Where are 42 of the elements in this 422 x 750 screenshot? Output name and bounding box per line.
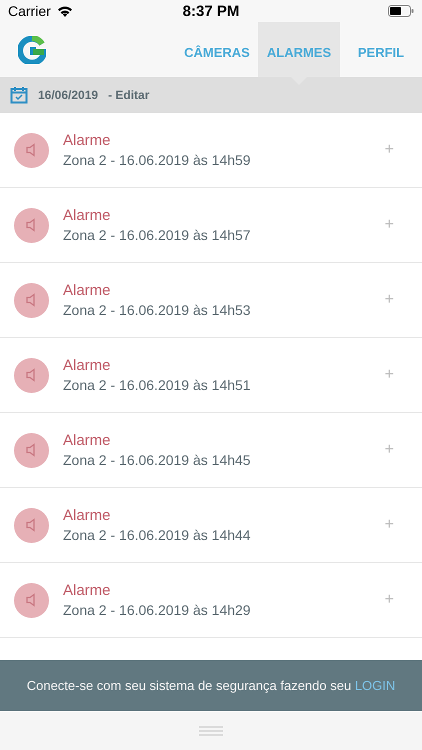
nav-tab[interactable]: PERFIL [340, 22, 422, 77]
alarm-title: Alarme [63, 132, 112, 149]
carrier-label: Carrier [8, 3, 51, 19]
nav-tab[interactable]: CÂMERAS [176, 22, 258, 77]
battery-icon [388, 5, 414, 17]
login-link[interactable]: LOGIN [354, 678, 396, 693]
expand-button[interactable]: + [384, 291, 408, 309]
logo-icon [18, 36, 46, 64]
alarm-title: Alarme [63, 582, 112, 599]
nav-tab[interactable]: ALARMES [258, 22, 340, 77]
expand-button[interactable]: + [384, 141, 408, 159]
speaker-icon [14, 508, 49, 542]
alarm-detail: Zona 2 - 16.06.2019 às 14h29 [63, 602, 252, 618]
alarm-detail: Zona 2 - 16.06.2019 às 14h45 [63, 452, 252, 468]
expand-button[interactable]: + [384, 216, 408, 234]
clock-time: 8:37 PM [182, 2, 240, 20]
menu-icon[interactable] [199, 726, 223, 736]
alarm-title: Alarme [63, 507, 112, 524]
speaker-icon [14, 582, 49, 618]
speaker-icon [14, 282, 49, 318]
alarm-title: Alarme [63, 357, 112, 374]
alarm-detail: Zona 2 - 16.06.2019 às 14h57 [63, 227, 252, 243]
alarm-detail: Zona 2 - 16.06.2019 às 14h44 [63, 527, 252, 543]
speaker-icon [14, 432, 49, 468]
login-prompt: Conecte-se com seu sistema de segurança fazendo seu LOGIN [26, 678, 396, 693]
calendar-icon[interactable] [10, 86, 28, 104]
alarm-detail: Zona 2 - 16.06.2019 às 14h51 [63, 377, 252, 393]
date-label: 16/06/2019 [38, 88, 98, 102]
expand-button[interactable]: + [384, 441, 408, 459]
speaker-icon [14, 208, 49, 242]
alarm-title: Alarme [63, 207, 112, 224]
wifi-icon [56, 5, 73, 17]
expand-button[interactable]: + [384, 591, 408, 609]
edit-link[interactable]: - Editar [108, 88, 150, 102]
expand-button[interactable]: + [384, 516, 408, 534]
expand-button[interactable]: + [384, 366, 408, 384]
alarm-title: Alarme [63, 432, 112, 449]
alarm-detail: Zona 2 - 16.06.2019 às 14h53 [63, 302, 252, 318]
alarm-detail: Zona 2 - 16.06.2019 às 14h59 [63, 152, 252, 168]
alarm-title: Alarme [63, 282, 112, 299]
speaker-icon [14, 358, 49, 392]
speaker-icon [14, 132, 49, 168]
